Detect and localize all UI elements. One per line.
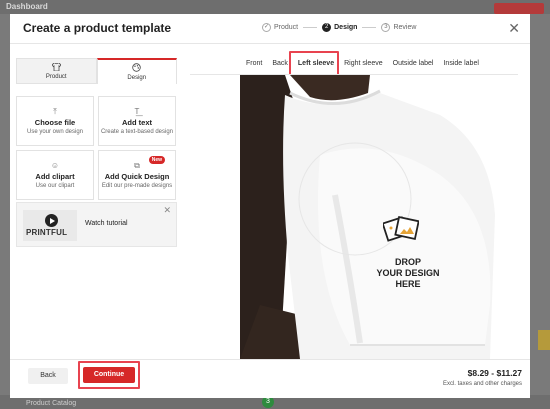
check-icon: ✓ [262,23,271,32]
tab-label: Design [127,75,147,81]
background-side-tab [538,330,550,350]
background-topbar: Dashboard [0,0,550,14]
view-tabs: Front Back Left sleeve Right sleeve Outs… [242,58,485,69]
tab-label: Product [45,73,67,80]
continue-button[interactable]: Continue [83,367,135,383]
progress-stepper: ✓ Product 2 Design 3 Review [262,23,416,32]
step-product[interactable]: ✓ Product [262,23,298,32]
play-icon[interactable] [45,214,58,227]
close-icon[interactable]: ✕ [163,205,171,216]
divider [10,359,530,360]
option-title: Choose file [34,118,76,127]
upload-icon: ⤒ [53,107,57,116]
option-subtitle: Create a text-based design [100,129,174,135]
shirt-icon [51,62,62,73]
option-subtitle: Edit our pre-made designs [101,183,173,189]
modal-title: Create a product template [23,21,172,35]
background-catalog-link: Product Catalog [26,400,77,407]
tutorial-thumbnail[interactable]: PRINTFUL [23,210,77,241]
price-note: Excl. taxes and other charges [442,381,522,387]
tab-outside-label[interactable]: Outside label [389,58,438,69]
drop-zone-text: DROP YOUR DESIGN HERE [358,257,458,290]
tutorial-card[interactable]: PRINTFUL Watch tutorial ✕ [16,202,177,247]
layout-icon: ⧉ [134,161,140,170]
product-template-modal: Create a product template ✓ Product 2 De… [10,14,530,398]
thumbnail-text: PRINTFUL [26,228,68,237]
background-top-button [494,3,544,14]
tutorial-label[interactable]: Watch tutorial [85,220,128,227]
tab-design[interactable]: Design [96,58,177,84]
tab-right-sleeve[interactable]: Right sleeve [340,58,387,69]
option-title: Add text [122,118,152,127]
tab-inside-label[interactable]: Inside label [439,58,482,69]
background-brand: Dashboard [6,2,48,11]
option-subtitle: Use our clipart [35,183,75,189]
step-label: Product [274,24,299,31]
step-label: Review [393,24,417,31]
drop-line-2: YOUR DESIGN [376,268,440,278]
step-connector [303,27,318,28]
left-panel-tabs: Product Design [16,58,177,84]
drop-line-1: DROP [394,257,421,267]
step-connector [362,27,377,28]
step-label: Design [334,24,358,31]
step-design[interactable]: 2 Design [322,23,357,32]
selection-highlight [289,51,339,76]
option-subtitle: Use your own design [26,129,84,135]
back-button[interactable]: Back [28,368,68,384]
modal-header: Create a product template ✓ Product 2 De… [10,14,530,44]
tab-front[interactable]: Front [242,58,266,69]
choose-file-option[interactable]: ⤒ Choose file Use your own design [16,96,94,146]
new-badge: New [148,156,165,164]
add-clipart-option[interactable]: ☺ Add clipart Use our clipart [16,150,94,200]
drop-line-3: HERE [395,279,421,289]
smile-icon: ☺ [50,161,60,170]
price-range: $8.29 - $11.27 [467,368,522,378]
step-review[interactable]: 3 Review [381,23,416,32]
step-number: 2 [322,23,332,32]
tab-product[interactable]: Product [16,58,97,84]
option-title: Add Quick Design [104,172,170,181]
text-icon: T͟ [134,107,140,116]
add-text-option[interactable]: T͟ Add text Create a text-based design [98,96,176,146]
close-icon[interactable]: ✕ [508,20,520,37]
add-quick-design-option[interactable]: New ⧉ Add Quick Design Edit our pre-made… [98,150,176,200]
image-icon [381,214,420,251]
palette-icon [132,63,141,74]
option-title: Add clipart [35,172,75,181]
step-number: 3 [381,23,391,32]
